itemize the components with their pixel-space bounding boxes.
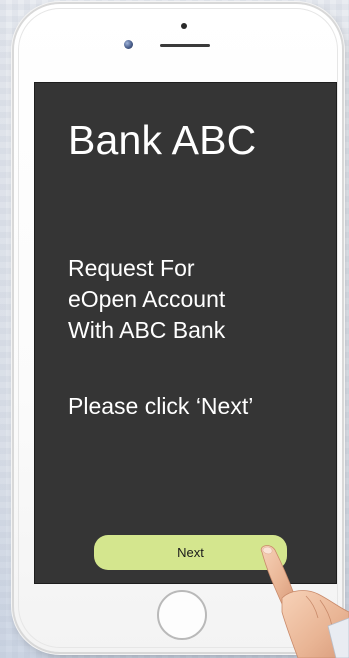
home-button-icon[interactable] bbox=[157, 590, 207, 640]
request-line-3: With ABC Bank bbox=[68, 317, 226, 343]
instruction-text: Please click ‘Next’ bbox=[68, 393, 254, 419]
sensor-dot-icon bbox=[181, 23, 187, 29]
earpiece-speaker-icon bbox=[160, 44, 210, 47]
request-line-1: Request For bbox=[68, 255, 195, 281]
phone-mockup: Bank ABC Request For eOpen Account With … bbox=[14, 4, 342, 652]
phone-screen: Bank ABC Request For eOpen Account With … bbox=[34, 82, 337, 584]
bank-title: Bank ABC bbox=[68, 117, 257, 163]
next-button[interactable]: Next bbox=[94, 535, 287, 570]
front-camera-icon bbox=[124, 40, 133, 49]
request-message: Request For eOpen Account With ABC Bank bbox=[68, 253, 225, 346]
request-line-2: eOpen Account bbox=[68, 286, 226, 312]
